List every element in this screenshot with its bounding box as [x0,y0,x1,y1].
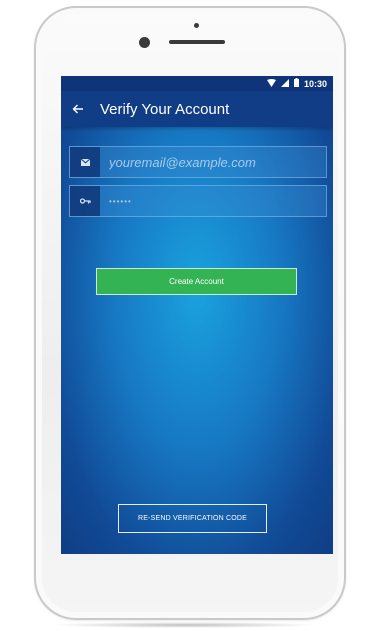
resend-verification-button[interactable]: RE-SEND VERIFICATION CODE [118,504,267,533]
device-shadow [50,622,320,628]
wifi-icon [266,78,276,89]
password-field [69,185,327,217]
page-title: Verify Your Account [100,100,230,118]
app-screen: 10:30 Verify Your Account Create Account… [61,76,333,554]
status-time: 10:30 [303,78,327,89]
create-account-button[interactable]: Create Account [96,268,297,295]
password-input[interactable] [100,186,326,216]
signal-icon [280,78,289,89]
app-bar: Verify Your Account [61,91,333,127]
front-camera [139,37,150,48]
email-field [69,146,327,178]
envelope-icon [70,147,100,177]
earpiece-speaker [169,40,225,44]
arrow-left-icon[interactable] [63,101,93,117]
status-bar: 10:30 [61,76,333,91]
battery-icon [293,78,299,89]
key-icon [70,186,100,216]
email-input[interactable] [100,147,326,177]
front-sensor [194,23,199,28]
